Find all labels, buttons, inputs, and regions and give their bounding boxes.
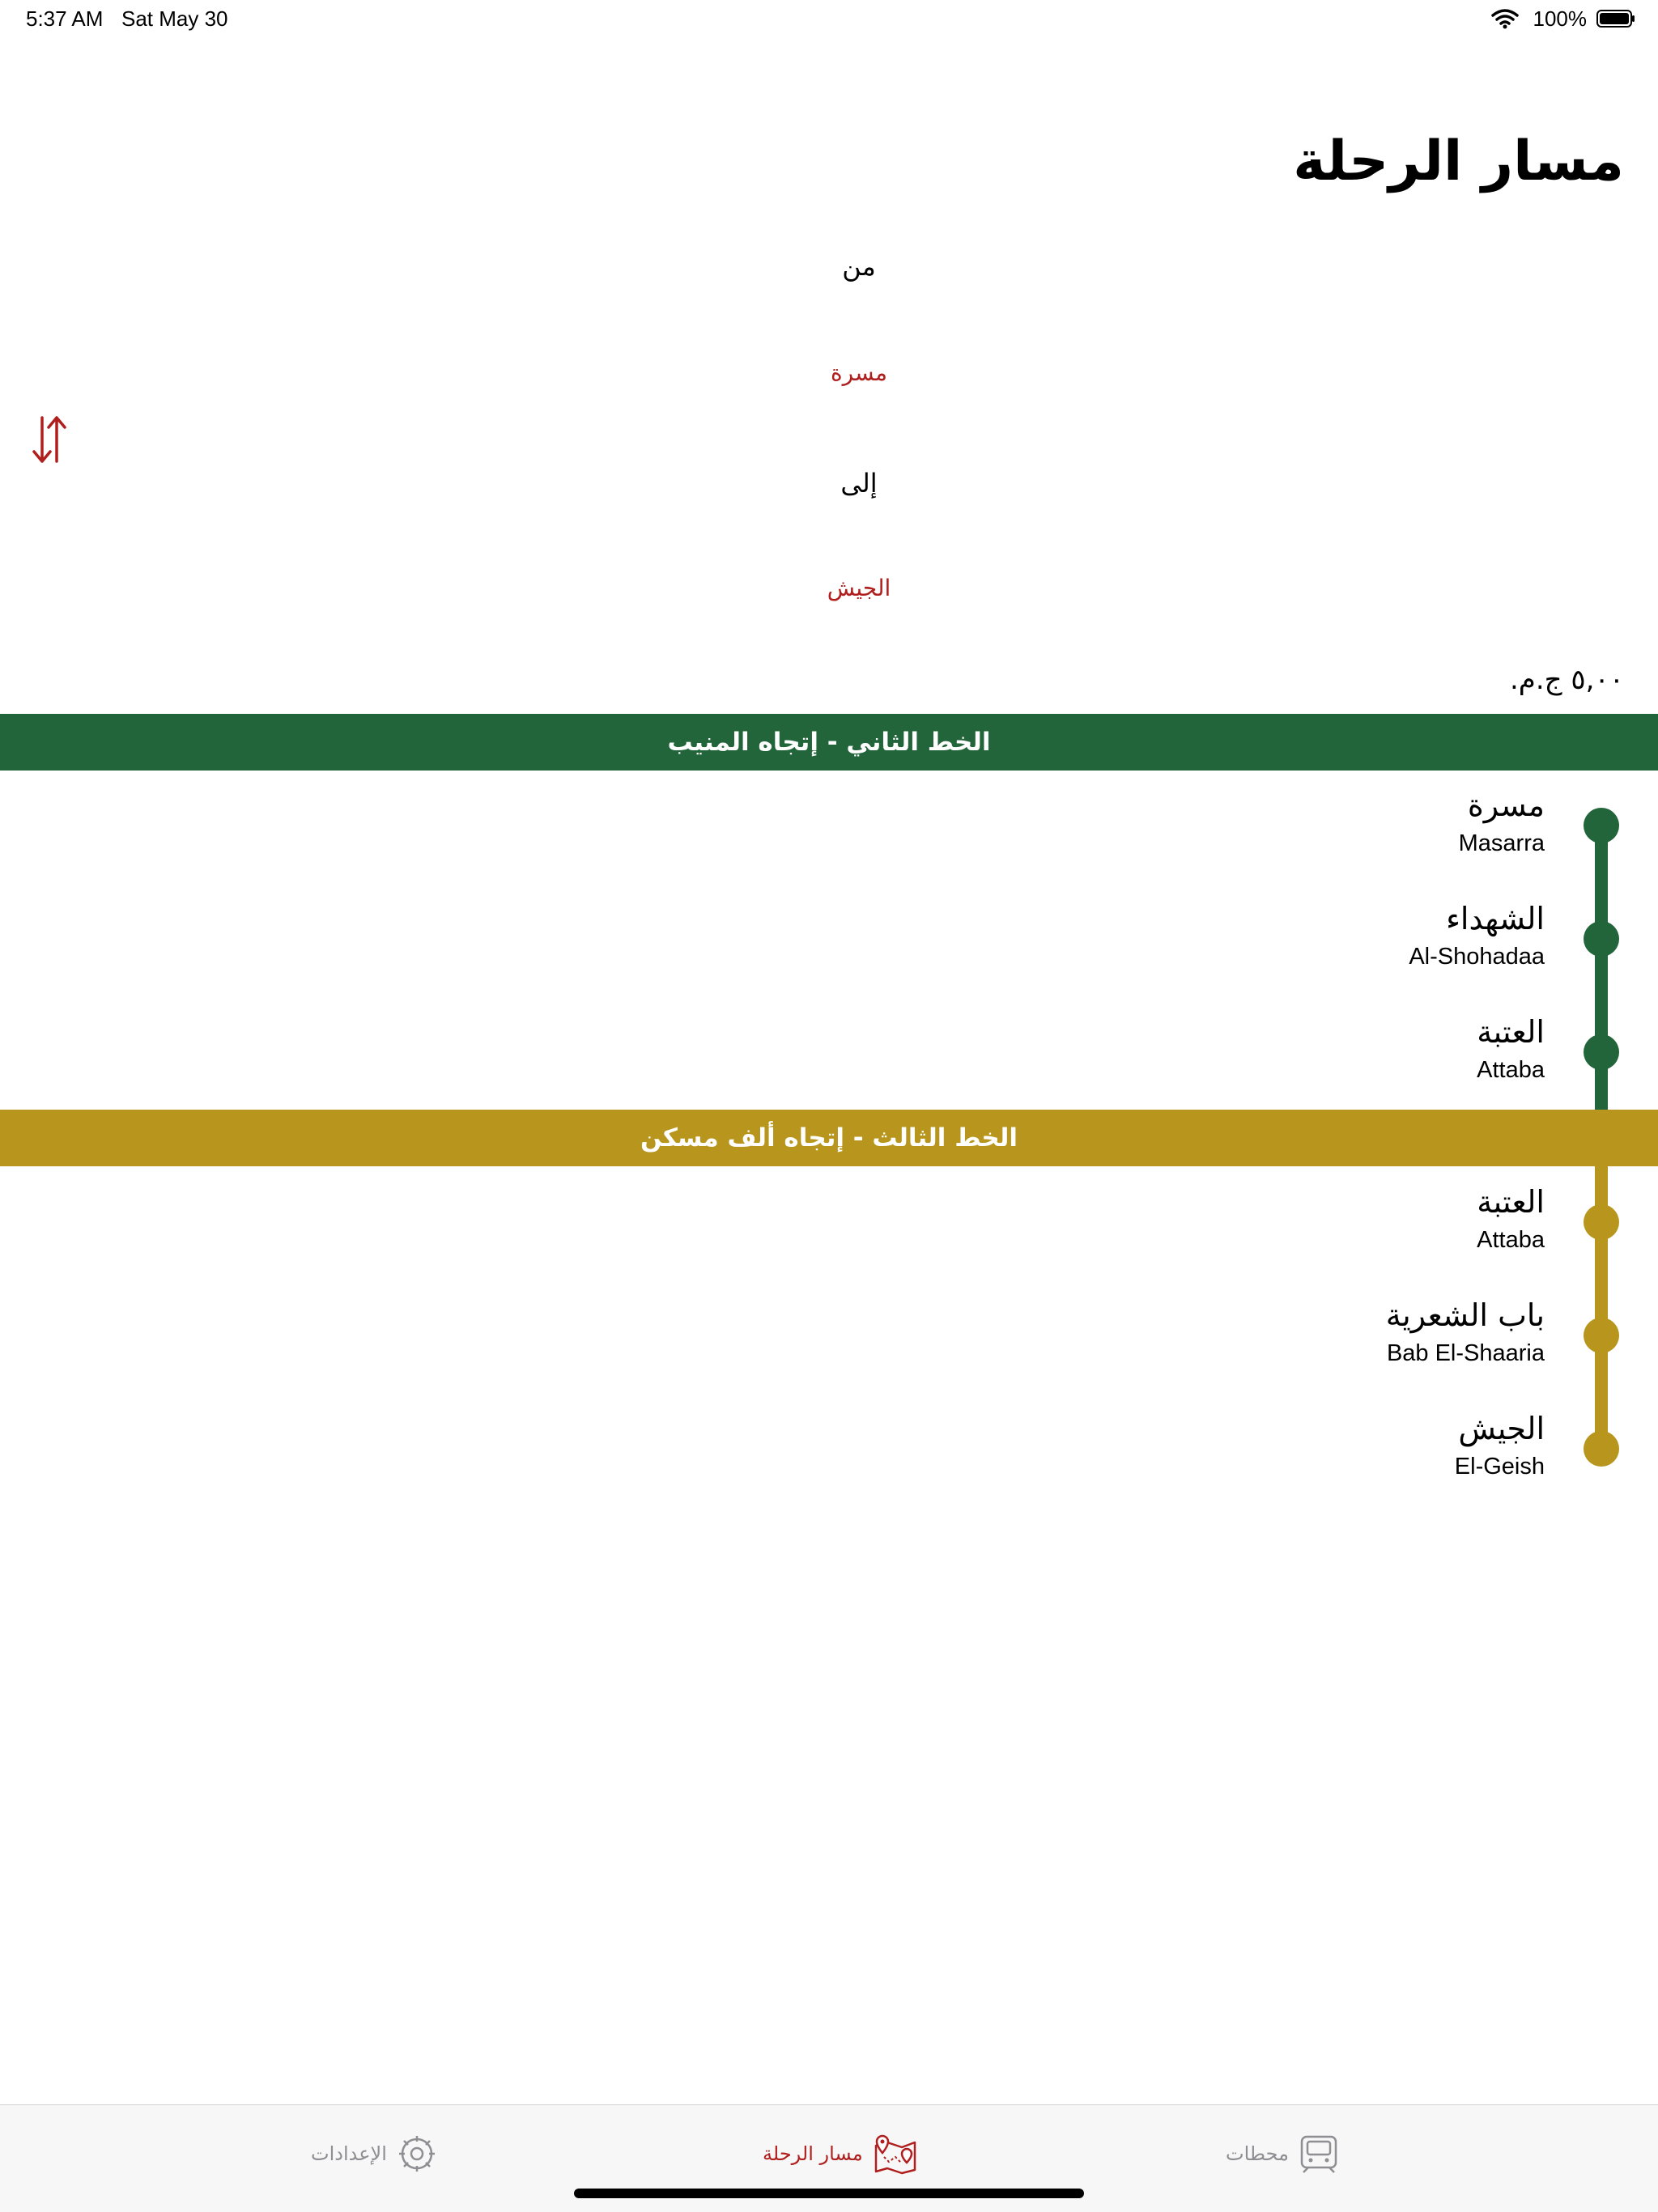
station-dot	[1584, 1431, 1619, 1467]
tab-stations[interactable]: محطات	[1226, 2129, 1339, 2178]
station-name-en: Attaba	[1477, 1227, 1545, 1253]
tab-settings[interactable]: الإعدادات	[311, 2129, 437, 2178]
station-item[interactable]: الشهداء Al-Shohadaa	[897, 898, 1545, 973]
station-item[interactable]: العتبة Attaba	[897, 1012, 1545, 1086]
from-label: من	[842, 251, 876, 282]
station-name-en: El-Geish	[1454, 1454, 1545, 1480]
station-dot	[1584, 808, 1619, 843]
station-name-en: Masarra	[1458, 830, 1545, 856]
route-map-icon	[874, 2134, 916, 2175]
tab-label: محطات	[1226, 2142, 1289, 2165]
station-name-en: Attaba	[1477, 1057, 1545, 1083]
wifi-icon	[1491, 9, 1519, 29]
from-station-value[interactable]: مسرة	[0, 359, 1658, 386]
to-label: إلى	[840, 468, 878, 499]
train-icon	[1300, 2135, 1337, 2173]
page-title: مسار الرحلة	[1293, 129, 1624, 193]
station-name-en: Al-Shohadaa	[1409, 944, 1545, 970]
line-header-label: الخط الثالث - إتجاه ألف مسكن	[640, 1123, 1018, 1153]
line-2-header: الخط الثاني - إتجاه المنيب	[0, 714, 1658, 771]
station-dot	[1584, 1034, 1619, 1070]
station-item[interactable]: العتبة Attaba	[897, 1182, 1545, 1256]
tab-label: مسار الرحلة	[763, 2142, 863, 2165]
line-3-header: الخط الثالث - إتجاه ألف مسكن	[0, 1110, 1658, 1166]
station-dot	[1584, 1204, 1619, 1240]
status-bar: 5:37 AM Sat May 30 100%	[0, 0, 1658, 39]
station-name-ar: مسرة	[1467, 788, 1545, 823]
station-name-en: Bab El-Shaaria	[1386, 1340, 1545, 1366]
home-indicator	[574, 2189, 1084, 2198]
station-name-ar: الشهداء	[1446, 901, 1545, 936]
tab-label: الإعدادات	[311, 2142, 387, 2165]
status-time: 5:37 AM	[26, 6, 104, 31]
station-item[interactable]: الجيش El-Geish	[897, 1408, 1545, 1483]
battery-icon	[1596, 10, 1635, 28]
station-dot	[1584, 1318, 1619, 1353]
status-date: Sat May 30	[121, 6, 228, 31]
to-station-value[interactable]: الجيش	[0, 575, 1658, 601]
station-name-ar: العتبة	[1477, 1184, 1545, 1220]
station-item[interactable]: مسرة Masarra	[897, 785, 1545, 860]
station-name-ar: باب الشعرية	[1385, 1297, 1545, 1333]
line-header-label: الخط الثاني - إتجاه المنيب	[667, 728, 991, 757]
station-name-ar: العتبة	[1477, 1014, 1545, 1050]
station-name-ar: الجيش	[1458, 1411, 1545, 1446]
settings-icon	[398, 2136, 435, 2172]
station-dot	[1584, 921, 1619, 957]
station-item[interactable]: باب الشعرية Bab El-Shaaria	[897, 1295, 1545, 1369]
tab-route[interactable]: مسار الرحلة	[763, 2129, 918, 2178]
fare-price: ٥,٠٠ ج.م.	[1509, 664, 1624, 696]
battery-percent: 100%	[1533, 6, 1588, 31]
swap-direction-icon[interactable]	[28, 411, 71, 468]
